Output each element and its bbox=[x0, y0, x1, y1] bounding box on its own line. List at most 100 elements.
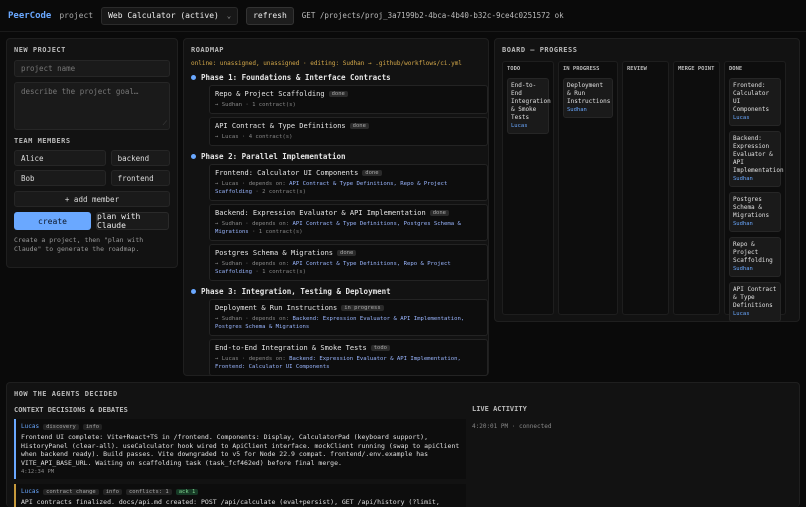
decision-entry[interactable]: Lucas contract change info conflicts: 1 … bbox=[14, 484, 466, 507]
create-button[interactable]: create bbox=[14, 212, 91, 230]
roadmap-task[interactable]: Frontend: Calculator UI Components done →… bbox=[209, 164, 488, 201]
task-contracts: · 2 contract(s) bbox=[255, 189, 306, 195]
member-row: Bob frontend bbox=[14, 170, 170, 186]
card-owner: Lucas bbox=[511, 123, 528, 129]
task-title: API Contract & Type Definitions bbox=[215, 122, 346, 130]
project-name-placeholder: project name bbox=[21, 64, 76, 73]
board-card[interactable]: Deployment & Run Instructions Sudhan bbox=[563, 78, 613, 118]
create-hint: Create a project, then "plan with Claude… bbox=[14, 236, 144, 253]
presence-line: online: unassigned, unassigned · editing… bbox=[191, 60, 462, 67]
entry-author: Lucas bbox=[21, 423, 40, 430]
status-badge: done bbox=[429, 210, 449, 216]
project-label: project bbox=[59, 11, 94, 20]
top-bar: PeerCode project Web Calculator (active)… bbox=[0, 0, 806, 32]
entry-tag: conflicts: 1 bbox=[125, 488, 172, 495]
task-contracts: · 1 contract(s) bbox=[252, 229, 303, 235]
status-badge: done bbox=[337, 250, 357, 256]
column-title: REVIEW bbox=[627, 66, 647, 72]
refresh-button[interactable]: refresh bbox=[246, 6, 294, 25]
add-member-button[interactable]: + add member bbox=[14, 191, 170, 207]
phase-label: Phase 3: Integration, Testing & Deployme… bbox=[201, 287, 391, 296]
board-panel: BOARD — PROGRESS TODO End-to-End Integra… bbox=[494, 38, 800, 322]
entry-body: API contracts finalized. docs/api.md cre… bbox=[21, 498, 440, 506]
plan-with-claude-button[interactable]: plan with Claude bbox=[96, 212, 169, 230]
roadmap-task[interactable]: Postgres Schema & Migrations done → Sudha… bbox=[209, 244, 488, 281]
entry-body: Frontend UI complete: Vite+React+TS in /… bbox=[21, 433, 460, 467]
board-column-in-progress: IN PROGRESS Deployment & Run Instruction… bbox=[558, 61, 618, 315]
card-title: End-to-End Integration & Smoke Tests bbox=[511, 82, 551, 121]
status-badge: in progress bbox=[341, 305, 384, 311]
column-title: DONE bbox=[729, 66, 743, 72]
roadmap-task[interactable]: API Contract & Type Definitions done → Lu… bbox=[209, 117, 488, 146]
board-column-review: REVIEW bbox=[622, 61, 669, 315]
entry-time: 4:12:34 PM bbox=[21, 469, 55, 475]
brand-logo[interactable]: PeerCode bbox=[8, 11, 51, 21]
member-name-input[interactable]: Alice bbox=[14, 150, 106, 166]
card-owner: Sudhan bbox=[733, 266, 753, 272]
board-column-done: DONE Frontend: Calculator UI Components … bbox=[724, 61, 786, 322]
task-owner: → Sudhan bbox=[215, 102, 242, 108]
board-card[interactable]: Backend: Expression Evaluator & API Impl… bbox=[729, 131, 784, 187]
card-title: Backend: Expression Evaluator & API Impl… bbox=[733, 135, 784, 174]
team-members-title: TEAM MEMBERS bbox=[14, 137, 71, 145]
board-card[interactable]: Repo & Project Scaffolding Sudhan bbox=[729, 237, 781, 277]
board-card[interactable]: Frontend: Calculator UI Components Lucas bbox=[729, 78, 781, 126]
card-owner: Lucas bbox=[733, 311, 750, 317]
roadmap-panel: ROADMAP online: unassigned, unassigned ·… bbox=[183, 38, 489, 376]
board-card[interactable]: End-to-End Integration & Smoke Tests Luc… bbox=[507, 78, 551, 134]
depends-on-label: depends on: bbox=[248, 356, 286, 362]
live-activity-line: 4:20:01 PM · connected bbox=[472, 423, 552, 430]
task-contracts: · 1 contract(s) bbox=[255, 269, 306, 275]
entry-tag: discovery bbox=[43, 423, 79, 430]
task-owner: → Sudhan · bbox=[215, 221, 249, 227]
roadmap-task[interactable]: End-to-End Integration & Smoke Tests todo… bbox=[209, 339, 488, 376]
phase-header: Phase 3: Integration, Testing & Deployme… bbox=[191, 287, 481, 296]
project-name-input[interactable]: project name bbox=[14, 60, 170, 77]
task-contracts: · 1 contract(s) bbox=[245, 102, 296, 108]
project-select[interactable]: Web Calculator (active) ⌄ bbox=[101, 6, 239, 25]
board-card[interactable]: Postgres Schema & Migrations Sudhan bbox=[729, 192, 781, 232]
decisions-panel: HOW THE AGENTS DECIDED CONTEXT DECISIONS… bbox=[6, 382, 800, 507]
task-owner: → Sudhan · bbox=[215, 316, 249, 322]
board-column-todo: TODO End-to-End Integration & Smoke Test… bbox=[502, 61, 554, 315]
project-goal-textarea[interactable]: describe the project goal… ⟋ bbox=[14, 82, 170, 130]
roadmap-task[interactable]: Deployment & Run Instructions in progress… bbox=[209, 299, 488, 336]
task-owner: → Lucas · bbox=[215, 356, 246, 362]
depends-on-label: depends on: bbox=[248, 181, 286, 187]
member-role-input[interactable]: backend bbox=[110, 150, 170, 166]
task-owner: → Lucas bbox=[215, 134, 239, 140]
roadmap-task[interactable]: Repo & Project Scaffolding done → Sudhan … bbox=[209, 85, 488, 114]
member-role-input[interactable]: frontend bbox=[110, 170, 170, 186]
task-dependencies: API Contract & Type Definitions, Repo & … bbox=[215, 261, 451, 275]
roadmap-task[interactable]: Backend: Expression Evaluator & API Impl… bbox=[209, 204, 488, 241]
new-project-panel: NEW PROJECT project name describe the pr… bbox=[6, 38, 178, 268]
member-name-input[interactable]: Bob bbox=[14, 170, 106, 186]
project-goal-placeholder: describe the project goal… bbox=[21, 87, 139, 96]
depends-on-label: depends on: bbox=[252, 261, 290, 267]
phase-header: Phase 1: Foundations & Interface Contrac… bbox=[191, 73, 481, 82]
depends-on-label: depends on: bbox=[252, 221, 290, 227]
context-decisions-title: CONTEXT DECISIONS & DEBATES bbox=[14, 406, 128, 414]
project-actions: create plan with Claude bbox=[14, 212, 170, 230]
status-badge: done bbox=[328, 91, 348, 97]
column-title: TODO bbox=[507, 66, 521, 72]
status-badge: done bbox=[362, 170, 382, 176]
task-title: Repo & Project Scaffolding bbox=[215, 90, 325, 98]
task-title: End-to-End Integration & Smoke Tests bbox=[215, 344, 367, 352]
roadmap-title: ROADMAP bbox=[191, 46, 225, 54]
board-column-merge-point: MERGE POINT bbox=[673, 61, 720, 315]
card-owner: Sudhan bbox=[733, 221, 753, 227]
decision-entry[interactable]: Lucas discovery info Frontend UI complet… bbox=[14, 419, 466, 479]
request-status: GET /projects/proj_3a7199b2-4bca-4b40-b3… bbox=[301, 11, 564, 20]
member-row: Alice backend bbox=[14, 150, 170, 166]
column-title: MERGE POINT bbox=[678, 66, 715, 72]
board-card[interactable]: API Contract & Type Definitions Lucas bbox=[729, 282, 781, 322]
card-owner: Lucas bbox=[733, 115, 750, 121]
task-title: Backend: Expression Evaluator & API Impl… bbox=[215, 209, 426, 217]
resize-handle-icon[interactable]: ⟋ bbox=[163, 120, 167, 128]
phase-header: Phase 2: Parallel Implementation bbox=[191, 152, 481, 161]
task-contracts: · 4 contract(s) bbox=[241, 134, 293, 140]
phase-dot-icon bbox=[191, 154, 196, 159]
depends-on-label: depends on: bbox=[252, 316, 290, 322]
live-activity-title: LIVE ACTIVITY bbox=[472, 405, 527, 413]
